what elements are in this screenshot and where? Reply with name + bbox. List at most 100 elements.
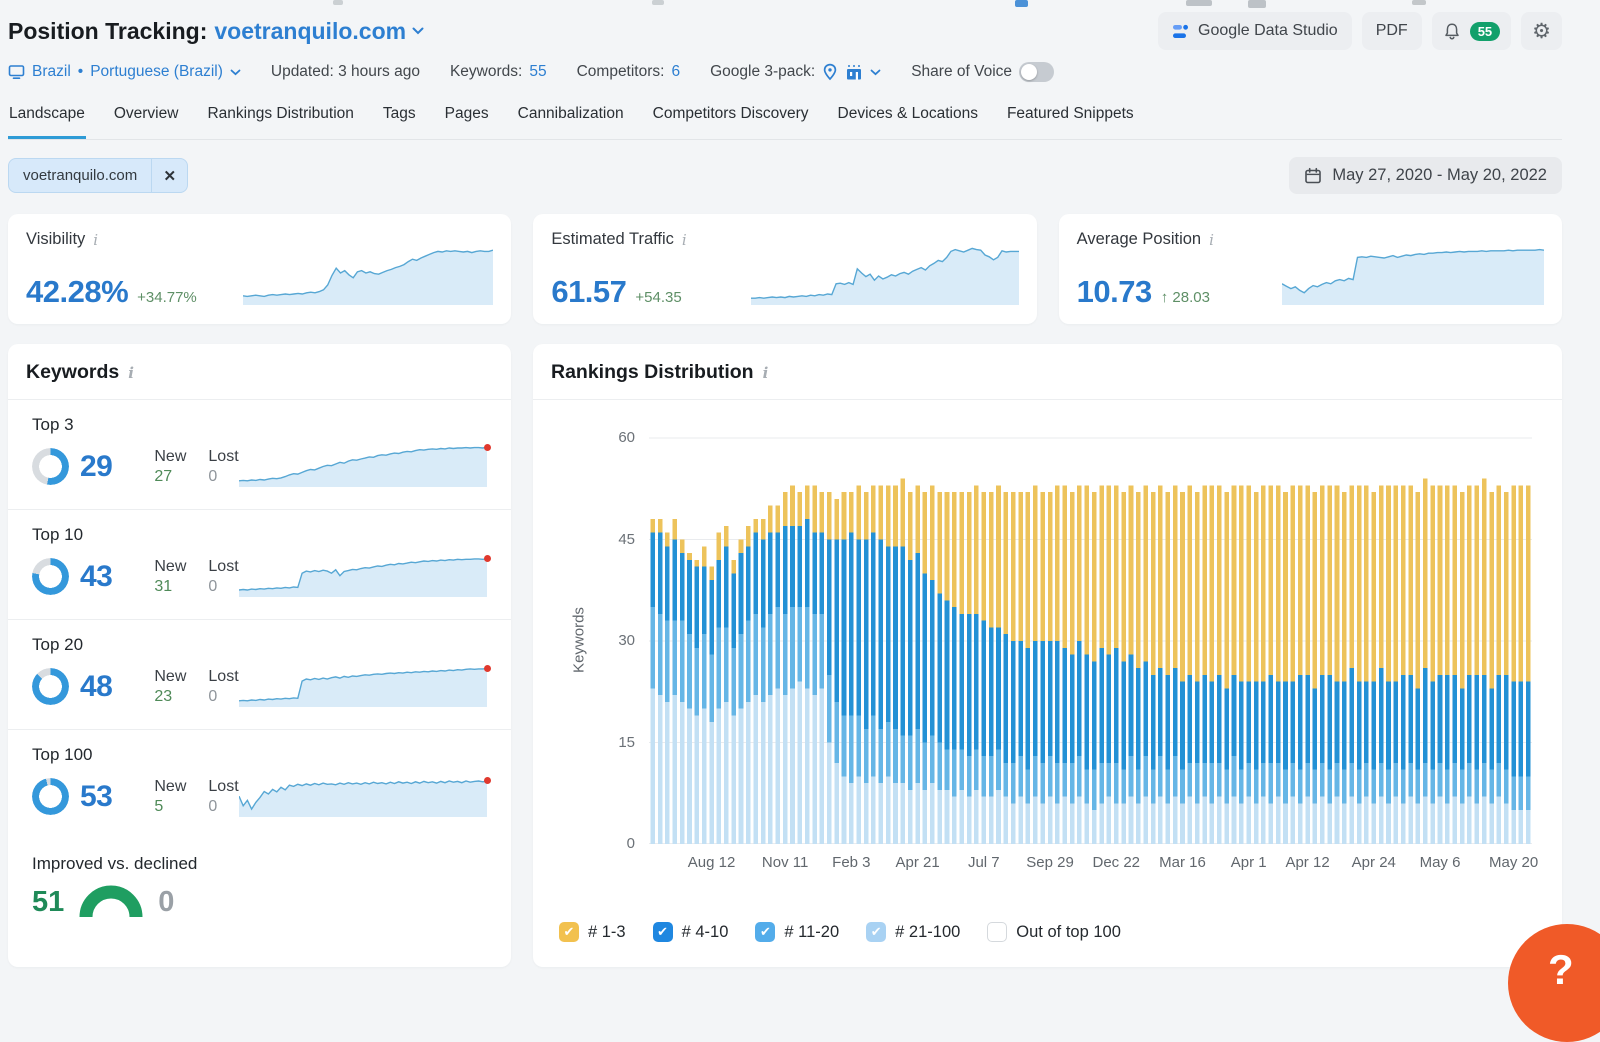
page-title: Position Tracking: voetranquilo.com bbox=[8, 18, 424, 45]
x-tick-label: Jul 7 bbox=[968, 854, 1000, 871]
x-tick-label: Apr 12 bbox=[1285, 854, 1329, 871]
toggle-knob bbox=[1021, 64, 1037, 80]
legend-item--1-3[interactable]: ✔ # 1-3 bbox=[559, 922, 626, 942]
lost-value: 0 bbox=[208, 798, 238, 816]
google-3pack-selector[interactable]: Google 3-pack: bbox=[710, 63, 881, 81]
unchecked-checkbox-icon[interactable] bbox=[987, 922, 1007, 942]
estimated-traffic-sparkline bbox=[751, 241, 1019, 310]
x-tick-label: Dec 22 bbox=[1092, 854, 1140, 871]
tab-rankings-distribution[interactable]: Rankings Distribution bbox=[206, 101, 354, 139]
lost-label: Lost bbox=[208, 778, 238, 796]
checked-checkbox-icon[interactable]: ✔ bbox=[653, 922, 673, 942]
google-3pack-label: Google 3-pack: bbox=[710, 63, 815, 81]
google-data-studio-button[interactable]: Google Data Studio bbox=[1158, 12, 1352, 50]
new-label: New bbox=[154, 448, 186, 466]
dot-separator: • bbox=[78, 63, 83, 81]
date-range-picker[interactable]: May 27, 2020 - May 20, 2022 bbox=[1289, 157, 1562, 194]
bucket-sparkline bbox=[239, 551, 487, 602]
local-pack-building-icon bbox=[845, 64, 863, 81]
info-icon[interactable]: i bbox=[763, 364, 769, 382]
settings-button[interactable]: ⚙ bbox=[1521, 12, 1562, 50]
keywords-count-label: Keywords: bbox=[450, 63, 522, 81]
visibility-delta: +34.77% bbox=[137, 289, 197, 306]
tab-pages[interactable]: Pages bbox=[444, 101, 490, 139]
legend-item--11-20[interactable]: ✔# 11-20 bbox=[755, 922, 839, 942]
estimated-traffic-value: 61.57 bbox=[551, 274, 626, 310]
keywords-count: Keywords: 55 bbox=[450, 63, 547, 81]
visibility-sparkline bbox=[243, 241, 493, 310]
legend-item--4-10[interactable]: ✔# 4-10 bbox=[653, 922, 729, 942]
info-icon[interactable]: i bbox=[93, 231, 98, 249]
visibility-value: 42.28% bbox=[26, 274, 128, 310]
share-of-voice-label: Share of Voice bbox=[911, 63, 1012, 81]
campaign-info-row: Brazil • Portuguese (Brazil) Updated: 3 … bbox=[8, 62, 1562, 82]
average-position-delta: ↑ 28.03 bbox=[1161, 289, 1210, 306]
keywords-rows: Top 329New27Lost0Top 1043New31Lost0Top 2… bbox=[8, 400, 511, 839]
tab-overview[interactable]: Overview bbox=[113, 101, 180, 139]
estimated-traffic-card: Estimated Traffic i 61.57 +54.35 bbox=[533, 214, 1036, 324]
updated-status: Updated: 3 hours ago bbox=[271, 63, 420, 81]
bucket-donut bbox=[32, 448, 69, 485]
monitor-icon bbox=[8, 64, 25, 80]
keywords-row-top-20: Top 2048New23Lost0 bbox=[8, 620, 511, 730]
bucket-donut bbox=[32, 778, 69, 815]
x-tick-label: Apr 24 bbox=[1352, 854, 1396, 871]
keywords-count-value[interactable]: 55 bbox=[529, 63, 546, 81]
top-edge-fragment bbox=[1186, 0, 1212, 6]
legend-label: Out of top 100 bbox=[1016, 923, 1121, 942]
checked-checkbox-icon[interactable]: ✔ bbox=[559, 922, 579, 942]
tab-competitors-discovery[interactable]: Competitors Discovery bbox=[652, 101, 810, 139]
rankings-chart: Keywords 015304560 Aug 12Nov 11Feb 3Apr … bbox=[533, 436, 1532, 880]
top-edge-fragment bbox=[333, 0, 343, 5]
y-tick-label: 30 bbox=[593, 632, 635, 649]
location-language-dropdown[interactable]: Brazil • Portuguese (Brazil) bbox=[8, 63, 241, 81]
share-of-voice-toggle[interactable] bbox=[1019, 62, 1054, 82]
estimated-traffic-label: Estimated Traffic bbox=[551, 230, 674, 249]
domain-filter-chip[interactable]: voetranquilo.com ✕ bbox=[8, 158, 188, 193]
tab-devices-locations[interactable]: Devices & Locations bbox=[837, 101, 979, 139]
x-tick-label: May 20 bbox=[1489, 854, 1538, 871]
improved-vs-declined-row: Improved vs. declined 51 0 bbox=[8, 839, 511, 936]
y-tick-label: 0 bbox=[593, 835, 635, 852]
y-tick-label: 15 bbox=[593, 734, 635, 751]
average-position-sparkline bbox=[1282, 241, 1544, 310]
latest-point-dot bbox=[484, 555, 491, 562]
gear-icon: ⚙ bbox=[1532, 21, 1551, 42]
notifications-button[interactable]: 55 bbox=[1432, 12, 1511, 50]
project-domain-dropdown[interactable]: voetranquilo.com bbox=[214, 18, 424, 45]
legend-item-out-of-top-100[interactable]: Out of top 100 bbox=[987, 922, 1121, 942]
competitors-count-value[interactable]: 6 bbox=[671, 63, 680, 81]
remove-filter-button[interactable]: ✕ bbox=[151, 159, 187, 192]
calendar-icon bbox=[1304, 167, 1322, 185]
bucket-count: 48 bbox=[80, 670, 112, 704]
x-tick-label: Nov 11 bbox=[762, 854, 808, 871]
rankings-distribution-panel: Rankings Distribution i Keywords 0153045… bbox=[533, 344, 1562, 967]
top-edge-fragment bbox=[1248, 0, 1266, 8]
checked-checkbox-icon[interactable]: ✔ bbox=[866, 922, 886, 942]
tab-featured-snippets[interactable]: Featured Snippets bbox=[1006, 101, 1135, 139]
top-edge-fragment bbox=[1015, 0, 1028, 7]
lost-value: 0 bbox=[208, 578, 238, 596]
average-position-label: Average Position bbox=[1077, 230, 1201, 249]
date-range-label: May 27, 2020 - May 20, 2022 bbox=[1332, 166, 1547, 185]
legend-label: # 1-3 bbox=[588, 923, 626, 942]
improved-gauge bbox=[78, 882, 144, 919]
bucket-count: 29 bbox=[80, 450, 112, 484]
x-tick-label: Feb 3 bbox=[832, 854, 870, 871]
bucket-label: Top 3 bbox=[32, 415, 487, 435]
bucket-sparkline bbox=[239, 441, 487, 492]
checked-checkbox-icon[interactable]: ✔ bbox=[755, 922, 775, 942]
pdf-button[interactable]: PDF bbox=[1362, 12, 1422, 50]
tab-landscape[interactable]: Landscape bbox=[8, 101, 86, 139]
bucket-label: Top 20 bbox=[32, 635, 487, 655]
info-icon[interactable]: i bbox=[128, 364, 134, 382]
x-tick-label: Apr 1 bbox=[1231, 854, 1267, 871]
google-data-studio-label: Google Data Studio bbox=[1198, 22, 1338, 40]
y-axis-label: Keywords bbox=[571, 600, 588, 680]
new-value: 31 bbox=[154, 578, 186, 596]
tab-tags[interactable]: Tags bbox=[382, 101, 417, 139]
keywords-panel: Keywords i Top 329New27Lost0Top 1043New3… bbox=[8, 344, 511, 967]
project-domain: voetranquilo.com bbox=[214, 18, 406, 45]
legend-item--21-100[interactable]: ✔# 21-100 bbox=[866, 922, 960, 942]
tab-cannibalization[interactable]: Cannibalization bbox=[517, 101, 625, 139]
